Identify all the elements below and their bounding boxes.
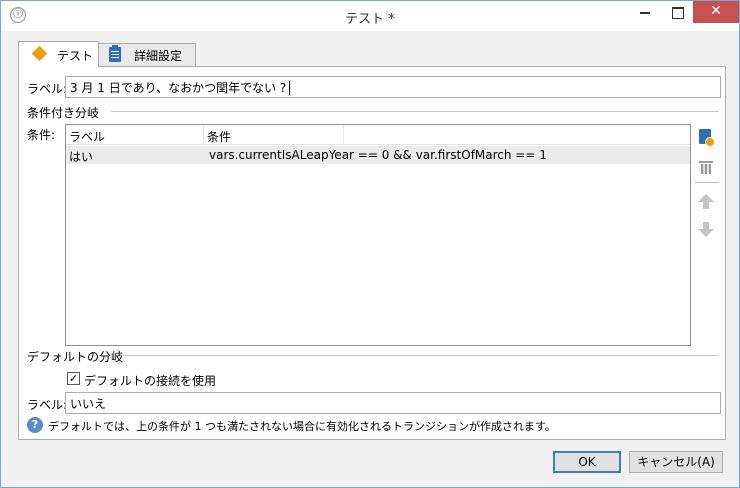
- column-separator[interactable]: [203, 125, 204, 145]
- checkmark-icon: ✓: [68, 372, 79, 385]
- column-separator[interactable]: [343, 125, 344, 145]
- tab-advanced-settings[interactable]: 詳細設定: [98, 43, 196, 66]
- close-button[interactable]: ✕: [693, 1, 739, 23]
- label-field-label: ラベル:: [27, 82, 68, 96]
- help-icon: ?: [27, 417, 43, 433]
- clipboard-icon: [109, 45, 121, 62]
- move-up-icon[interactable]: [697, 193, 715, 211]
- section-divider: [123, 355, 719, 356]
- default-branch-section-header: デフォルトの分岐: [27, 348, 719, 364]
- add-condition-icon[interactable]: [699, 129, 715, 147]
- label-input-value: 3 月 1 日であり、なおかつ閏年でない ?: [70, 81, 287, 95]
- title-bar[interactable]: ⓘ テスト * ✕: [1, 1, 739, 31]
- cancel-button[interactable]: キャンセル(A): [629, 451, 723, 473]
- tab-advanced-settings-label: 詳細設定: [134, 49, 183, 63]
- row-label-cell: はい: [69, 150, 94, 164]
- column-header-condition[interactable]: 条件: [207, 128, 231, 145]
- tab-panel: ラベル: 3 月 1 日であり、なおかつ閏年でない ? 条件付き分岐 条件: ラ…: [18, 66, 726, 440]
- use-default-connection-checkbox[interactable]: ✓: [67, 372, 80, 385]
- tab-test-label: テスト: [57, 49, 94, 63]
- move-down-icon[interactable]: [697, 221, 715, 239]
- default-branch-section-title: デフォルトの分岐: [27, 350, 124, 364]
- ok-button[interactable]: OK: [553, 451, 621, 473]
- conditions-label: 条件:: [27, 128, 56, 142]
- dialog-window: ⓘ テスト * ✕ テスト 詳細設定 ラベル: 3 月 1 日であり、なおかつ閏…: [0, 0, 740, 488]
- minimize-button[interactable]: [629, 1, 661, 23]
- help-text: デフォルトでは、上の条件が 1 つも満たされない場合に有効化されるトランジション…: [48, 420, 556, 433]
- table-row[interactable]: はい vars.currentIsALeapYear == 0 && var.f…: [66, 146, 690, 164]
- use-default-connection-label[interactable]: デフォルトの接続を使用: [84, 372, 216, 389]
- trash-icon[interactable]: [699, 160, 713, 174]
- text-caret: [289, 81, 291, 95]
- close-icon: ✕: [710, 3, 722, 19]
- maximize-button[interactable]: [661, 1, 693, 23]
- conditional-section-title: 条件付き分岐: [27, 106, 100, 120]
- tab-test[interactable]: テスト: [18, 41, 99, 67]
- default-label-input-value: いいえ: [70, 397, 107, 411]
- default-label-input[interactable]: いいえ: [65, 392, 721, 414]
- table-header: ラベル 条件: [66, 125, 690, 145]
- toolbar-separator: [695, 182, 719, 183]
- conditions-table[interactable]: ラベル 条件 はい vars.currentIsALeapYear == 0 &…: [65, 124, 691, 346]
- diamond-icon: [31, 45, 48, 62]
- column-header-label[interactable]: ラベル: [69, 128, 105, 145]
- conditional-section-header: 条件付き分岐: [27, 104, 719, 120]
- default-label-field-label: ラベル:: [27, 398, 68, 412]
- row-condition-cell: vars.currentIsALeapYear == 0 && var.firs…: [209, 148, 547, 162]
- label-input[interactable]: 3 月 1 日であり、なおかつ閏年でない ?: [65, 76, 721, 98]
- section-divider: [111, 111, 719, 112]
